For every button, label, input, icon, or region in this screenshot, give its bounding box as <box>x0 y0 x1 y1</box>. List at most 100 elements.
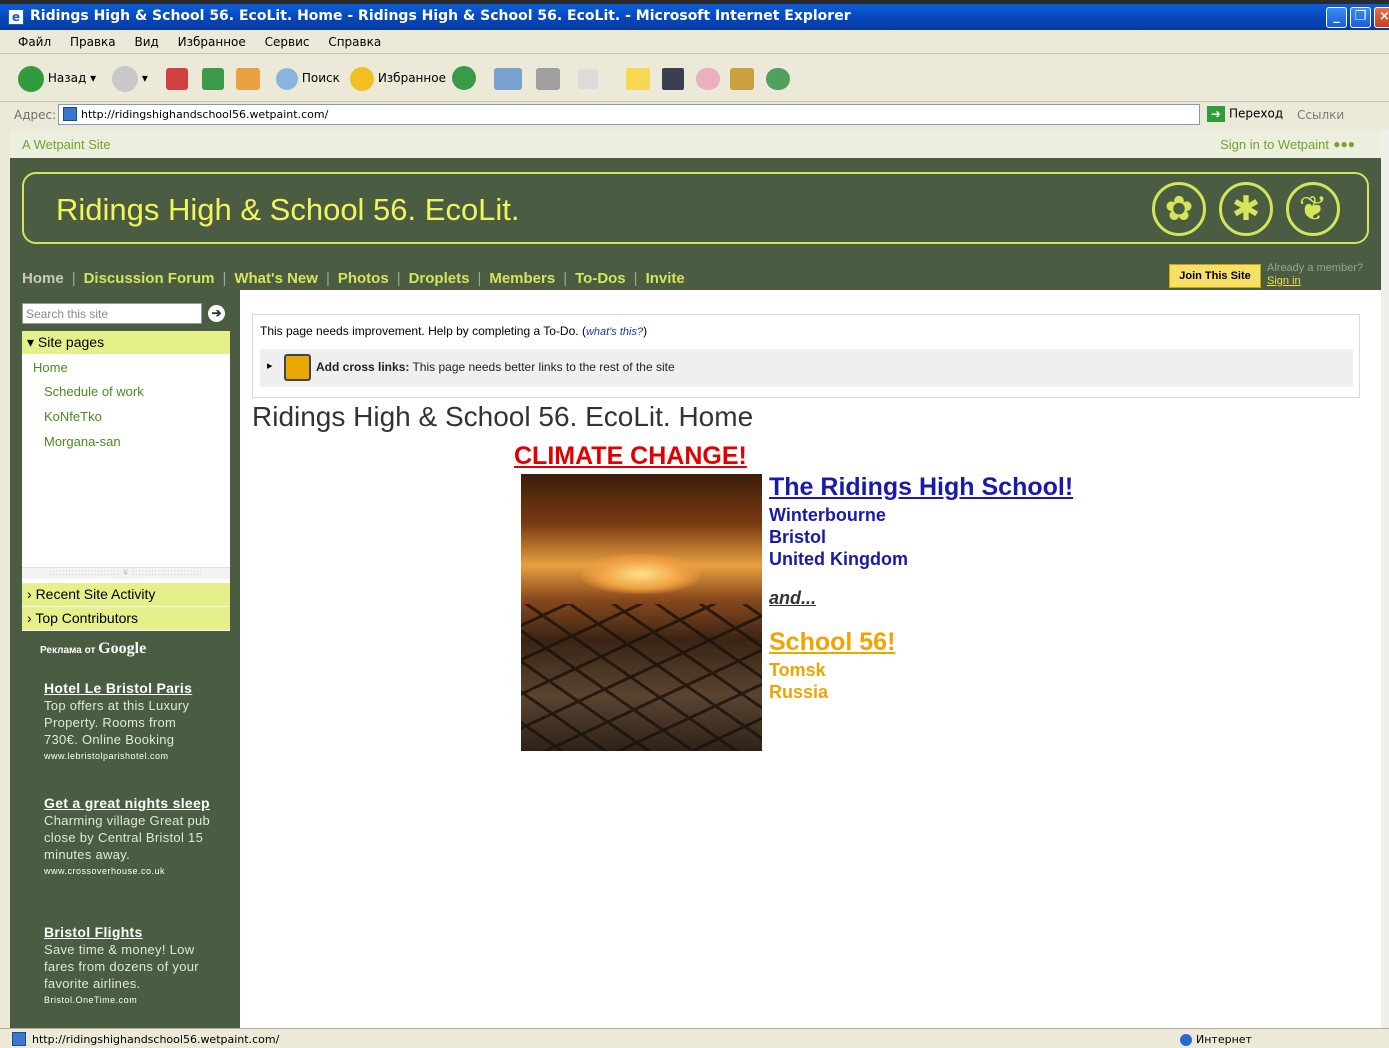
window-title: Ridings High & School 56. EcoLit. Home -… <box>30 8 851 24</box>
close-button[interactable]: × <box>1374 7 1389 28</box>
ads-by-google[interactable]: Реклама от Google <box>40 640 146 658</box>
ad-url[interactable]: www.lebristolparishotel.com <box>44 748 214 765</box>
wetpaint-logo-icon: ●●● <box>1333 137 1355 151</box>
ad-url[interactable]: www.crossoverhouse.co.uk <box>44 863 214 880</box>
ad-title[interactable]: Hotel Le Bristol Paris <box>44 680 214 697</box>
location-line: United Kingdom <box>769 549 908 569</box>
nav-members[interactable]: Members <box>489 270 555 287</box>
users-icon[interactable] <box>766 68 790 90</box>
mail-icon[interactable] <box>494 68 522 90</box>
menu-file[interactable]: Файл <box>18 35 51 49</box>
globe-icon <box>1180 1034 1192 1046</box>
home-icon[interactable] <box>236 68 260 90</box>
nav-discussion-forum[interactable]: Discussion Forum <box>84 270 215 287</box>
status-url: http://ridingshighandschool56.wetpaint.c… <box>32 1033 280 1046</box>
menu-view[interactable]: Вид <box>134 35 158 49</box>
site-search-input[interactable]: Search this site <box>22 303 202 324</box>
nav-invite[interactable]: Invite <box>646 270 685 287</box>
flower-icon: ✱ <box>1219 182 1273 236</box>
nav-photos[interactable]: Photos <box>338 270 389 287</box>
location-line: Tomsk <box>769 660 826 680</box>
research-icon[interactable] <box>730 68 754 90</box>
search-button[interactable]: Поиск <box>276 64 340 92</box>
ad-item[interactable]: Bristol Flights Save time & money! Low f… <box>44 924 214 1009</box>
ad-item[interactable]: Hotel Le Bristol Paris Top offers at thi… <box>44 680 214 765</box>
sign-in-link[interactable]: Sign in <box>1267 275 1363 288</box>
address-input[interactable]: http://ridingshighandschool56.wetpaint.c… <box>58 104 1200 125</box>
site-pages-header[interactable]: ▾ Site pages <box>22 331 230 354</box>
todo-item-text: This page needs better links to the rest… <box>409 360 675 374</box>
location-line: Russia <box>769 682 829 702</box>
refresh-icon[interactable] <box>202 68 224 90</box>
nav-droplets[interactable]: Droplets <box>409 270 470 287</box>
history-icon[interactable] <box>452 66 476 90</box>
messenger-icon[interactable] <box>662 68 684 90</box>
favorites-button[interactable]: Избранное <box>350 64 446 92</box>
search-icon <box>276 67 298 90</box>
page-icon <box>63 107 77 121</box>
title-bar: e Ridings High & School 56. EcoLit. Home… <box>0 4 1389 30</box>
school-56-link[interactable]: School 56! <box>769 628 895 657</box>
sidebar-page-schedule[interactable]: Schedule of work <box>44 384 144 399</box>
vertical-scrollbar[interactable] <box>1381 130 1389 1028</box>
maximize-button[interactable]: ❐ <box>1350 7 1371 28</box>
forward-button[interactable]: ▾ <box>112 64 148 92</box>
stop-icon[interactable] <box>166 68 188 90</box>
page-icon <box>12 1032 26 1046</box>
main-content: This page needs improvement. Help by com… <box>240 290 1381 1028</box>
todo-link-icon <box>284 354 311 381</box>
ad-item[interactable]: Get a great nights sleep Charming villag… <box>44 795 214 880</box>
ridings-school-link[interactable]: The Ridings High School! <box>769 473 1073 502</box>
wetpaint-bar: A Wetpaint Site Sign in to Wetpaint ●●● <box>10 130 1381 158</box>
already-member: Already a member? Sign in <box>1267 262 1363 288</box>
menu-edit[interactable]: Правка <box>70 35 116 49</box>
menu-help[interactable]: Справка <box>328 35 381 49</box>
ad-url[interactable]: Bristol.OneTime.com <box>44 992 214 1009</box>
location-line: Bristol <box>769 527 827 547</box>
wetpaint-site-label[interactable]: A Wetpaint Site <box>22 137 111 152</box>
ad-text: Top offers at this Luxury Property. Room… <box>44 698 190 747</box>
discuss-icon[interactable] <box>696 68 720 90</box>
links-button[interactable]: Ссылки <box>1297 108 1344 122</box>
favorites-star-icon <box>350 66 374 91</box>
nav-whats-new[interactable]: What's New <box>234 270 318 287</box>
nav-to-dos[interactable]: To-Dos <box>575 270 626 287</box>
browser-window: e Ridings High & School 56. EcoLit. Home… <box>0 4 1389 1048</box>
menu-favorites[interactable]: Избранное <box>178 35 246 49</box>
todo-item[interactable]: ▸ Add cross links: This page needs bette… <box>260 349 1353 387</box>
google-logo: Google <box>98 640 147 657</box>
go-button[interactable]: ➜ Переход <box>1207 106 1283 122</box>
climate-change-heading: CLIMATE CHANGE! <box>514 442 747 470</box>
site-nav: Home | Discussion Forum | What's New | Photos |… <box>22 270 685 287</box>
join-site-button[interactable]: Join This Site <box>1169 264 1261 288</box>
site-title[interactable]: Ridings High & School 56. EcoLit. <box>56 192 520 228</box>
notes-icon[interactable] <box>626 68 650 90</box>
ad-title[interactable]: Bristol Flights <box>44 924 214 941</box>
sign-in-wetpaint-link[interactable]: Sign in to Wetpaint <box>1220 137 1329 152</box>
nav-home[interactable]: Home <box>22 270 64 287</box>
todo-item-label: Add cross links: <box>316 360 410 374</box>
whats-this-link[interactable]: what's this? <box>586 326 643 338</box>
edit-icon[interactable] <box>578 69 598 89</box>
minimize-button[interactable]: _ <box>1326 7 1347 28</box>
search-go-icon[interactable]: ➔ <box>208 305 225 322</box>
cracked-earth-image <box>521 474 762 751</box>
sidebar-page-konfetko[interactable]: KoNfeTko <box>44 409 102 424</box>
ad-title[interactable]: Get a great nights sleep <box>44 795 214 812</box>
todo-box: This page needs improvement. Help by com… <box>252 314 1360 398</box>
sidebar-page-home[interactable]: Home <box>33 360 68 375</box>
top-contributors-toggle[interactable]: › Top Contributors <box>22 607 230 630</box>
flower-icon: ✿ <box>1152 182 1206 236</box>
toolbar: Назад ▾ ▾ Поиск Избранное <box>0 54 1389 102</box>
print-icon[interactable] <box>536 68 560 90</box>
resize-handle[interactable]: :::::::::::::::::::::: ¥ :::::::::::::::… <box>22 567 230 579</box>
page-title: Ridings High & School 56. EcoLit. Home <box>252 401 754 432</box>
expand-arrow-icon[interactable]: ▸ <box>267 359 273 372</box>
sidebar-page-morgana[interactable]: Morgana-san <box>44 434 121 449</box>
leaf-icon: ❦ <box>1286 182 1340 236</box>
internet-zone: Интернет <box>1180 1033 1252 1046</box>
recent-activity-toggle[interactable]: › Recent Site Activity <box>22 583 230 606</box>
address-label: Адрес: <box>14 108 57 122</box>
back-button[interactable]: Назад ▾ <box>18 64 96 92</box>
menu-tools[interactable]: Сервис <box>265 35 310 49</box>
